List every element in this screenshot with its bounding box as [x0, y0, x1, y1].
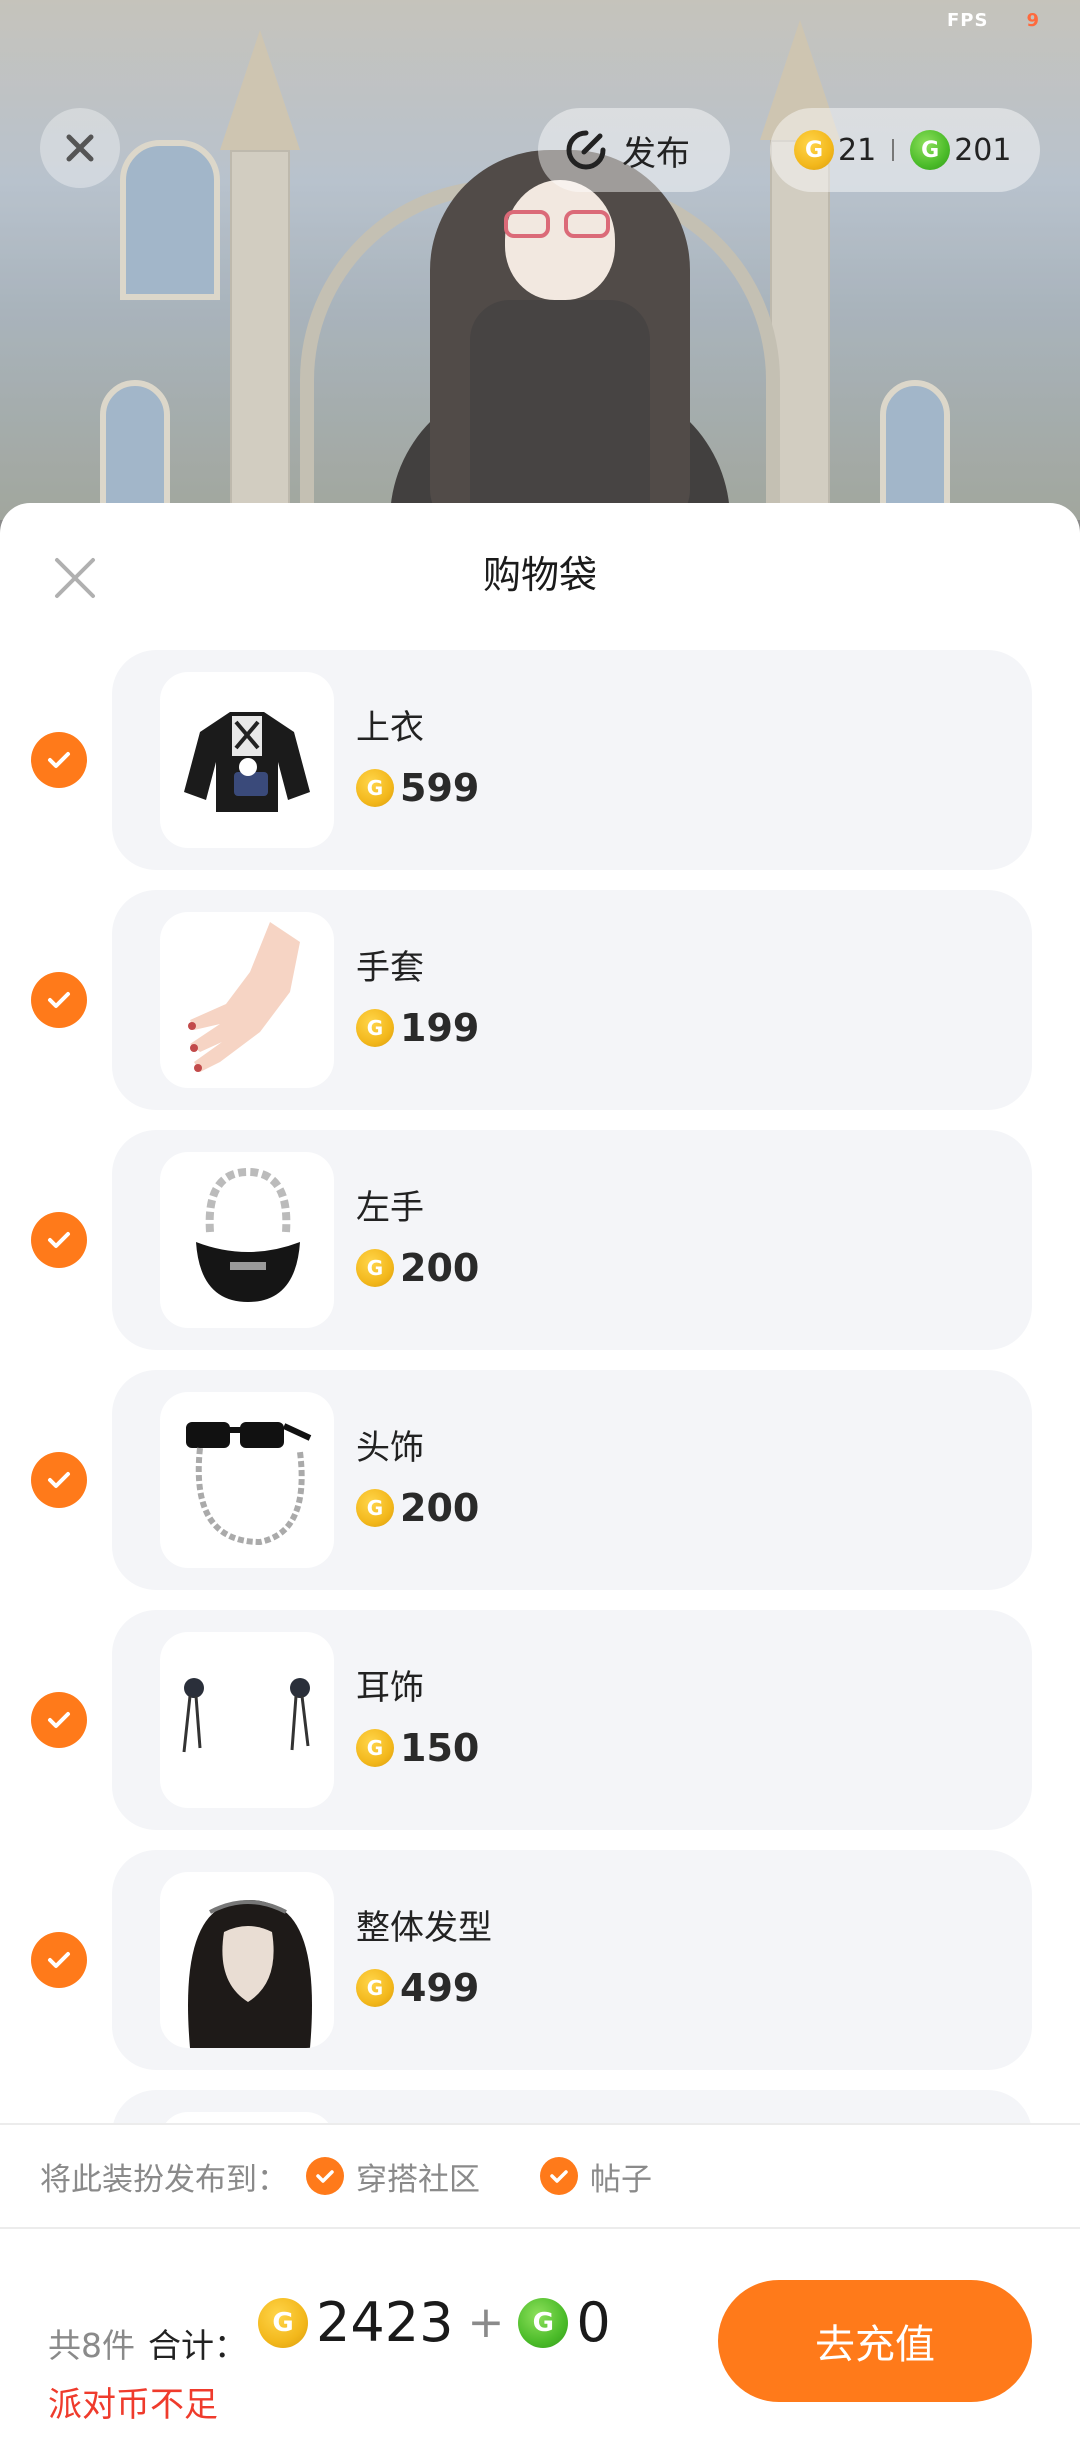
avatar-scene	[0, 0, 1080, 520]
checkmark-icon	[48, 1712, 70, 1728]
gold-coin-icon: G	[356, 1969, 394, 2007]
item-card[interactable]: 上衣 G 599	[112, 650, 1032, 870]
green-total: 0	[576, 2291, 611, 2354]
checkmark-icon	[48, 992, 70, 1008]
jacket-icon	[160, 672, 334, 848]
handbag-icon	[160, 1152, 334, 1328]
item-price: G 199	[356, 1006, 479, 1050]
close-scene-button[interactable]	[40, 108, 120, 188]
cart-item: 整体发型 G 499	[0, 1850, 1080, 2070]
recharge-button[interactable]: 去充值	[718, 2280, 1032, 2402]
sunglasses-chain-icon	[160, 1392, 334, 1568]
gold-coin-icon: G	[258, 2297, 308, 2348]
item-price: G 599	[356, 766, 479, 810]
item-name: 上衣	[356, 708, 424, 748]
item-card[interactable]: 左手 G 200	[112, 1130, 1032, 1350]
cart-item: 手套 G 199	[0, 890, 1080, 1110]
item-price: G 200	[356, 1246, 479, 1290]
green-coin-icon: G	[518, 2297, 569, 2348]
checkmark-icon	[48, 1472, 70, 1488]
gold-balance: 21	[838, 132, 877, 168]
cart-item-list[interactable]: 上衣 G 599 手套 G 199 左手 G 200 头饰 G 200 耳饰 G…	[0, 650, 1080, 2130]
item-count: 共8件	[48, 2326, 135, 2365]
publish-option-community[interactable]: 穿搭社区	[306, 2154, 480, 2199]
item-checkbox[interactable]	[31, 972, 87, 1028]
gold-coin-icon: G	[356, 1249, 394, 1287]
green-coin-icon: G	[910, 130, 951, 170]
item-price: G 499	[356, 1966, 479, 2010]
sheet-title: 购物袋	[482, 553, 597, 597]
cart-item: 耳饰 G 150	[0, 1610, 1080, 1830]
cart-item: 头饰 G 200	[0, 1370, 1080, 1590]
total-label: 合计：	[148, 2326, 247, 2365]
gold-coin-icon: G	[356, 1729, 394, 1767]
item-price: G 200	[356, 1486, 479, 1530]
insufficient-balance-warning: 派对币不足	[48, 2385, 218, 2425]
publish-label: 发布	[622, 133, 690, 174]
earrings-icon	[160, 1632, 334, 1808]
checkmark-icon	[48, 752, 70, 768]
item-card[interactable]: 手套 G 199	[112, 890, 1032, 1110]
close-icon	[66, 134, 94, 162]
currency-balance[interactable]: G 21 G 201	[770, 108, 1040, 192]
checkout-footer: 共8件 合计： G 2423 + G 0 派对币不足 去充值	[0, 2229, 1080, 2456]
checkmark-icon	[48, 1952, 70, 1968]
checkmark-icon	[306, 2157, 344, 2195]
item-name: 左手	[356, 1188, 424, 1228]
gold-coin-icon: G	[356, 1009, 394, 1047]
checkmark-icon	[48, 1232, 70, 1248]
shopping-bag-sheet: 购物袋 上衣 G 599 手套 G 199 左手 G 200 头饰 G 200 …	[0, 503, 1080, 2460]
publish-button[interactable]: 发布	[538, 108, 730, 192]
total-amount: G 2423 + G 0	[258, 2291, 611, 2354]
publish-target-label: 将此装扮发布到：	[40, 2161, 288, 2198]
item-checkbox[interactable]	[31, 1452, 87, 1508]
item-price: G 150	[356, 1726, 479, 1770]
item-checkbox[interactable]	[31, 1932, 87, 1988]
item-name: 头饰	[356, 1428, 424, 1468]
item-checkbox[interactable]	[31, 1212, 87, 1268]
checkmark-icon	[540, 2157, 578, 2195]
gold-coin-icon: G	[794, 130, 834, 170]
item-name: 耳饰	[356, 1668, 424, 1708]
gold-coin-icon: G	[356, 1489, 394, 1527]
cart-item: 左手 G 200	[0, 1130, 1080, 1350]
item-name: 手套	[356, 948, 424, 988]
fps-counter: FPS 9	[947, 10, 1040, 31]
publish-icon	[566, 130, 606, 170]
hand-icon	[160, 912, 334, 1088]
item-checkbox[interactable]	[31, 732, 87, 788]
publish-target-bar: 将此装扮发布到： 穿搭社区 帖子	[0, 2123, 1080, 2229]
hairstyle-icon	[160, 1872, 334, 2048]
gold-coin-icon: G	[356, 769, 394, 807]
item-card[interactable]: 耳饰 G 150	[112, 1610, 1032, 1830]
gold-total: 2423	[316, 2291, 454, 2354]
green-balance: 201	[954, 132, 1012, 168]
cart-item: 上衣 G 599	[0, 650, 1080, 870]
publish-option-post[interactable]: 帖子	[540, 2154, 652, 2199]
item-card[interactable]: 整体发型 G 499	[112, 1850, 1032, 2070]
item-checkbox[interactable]	[31, 1692, 87, 1748]
item-card[interactable]: 头饰 G 200	[112, 1370, 1032, 1590]
item-name: 整体发型	[356, 1908, 492, 1948]
